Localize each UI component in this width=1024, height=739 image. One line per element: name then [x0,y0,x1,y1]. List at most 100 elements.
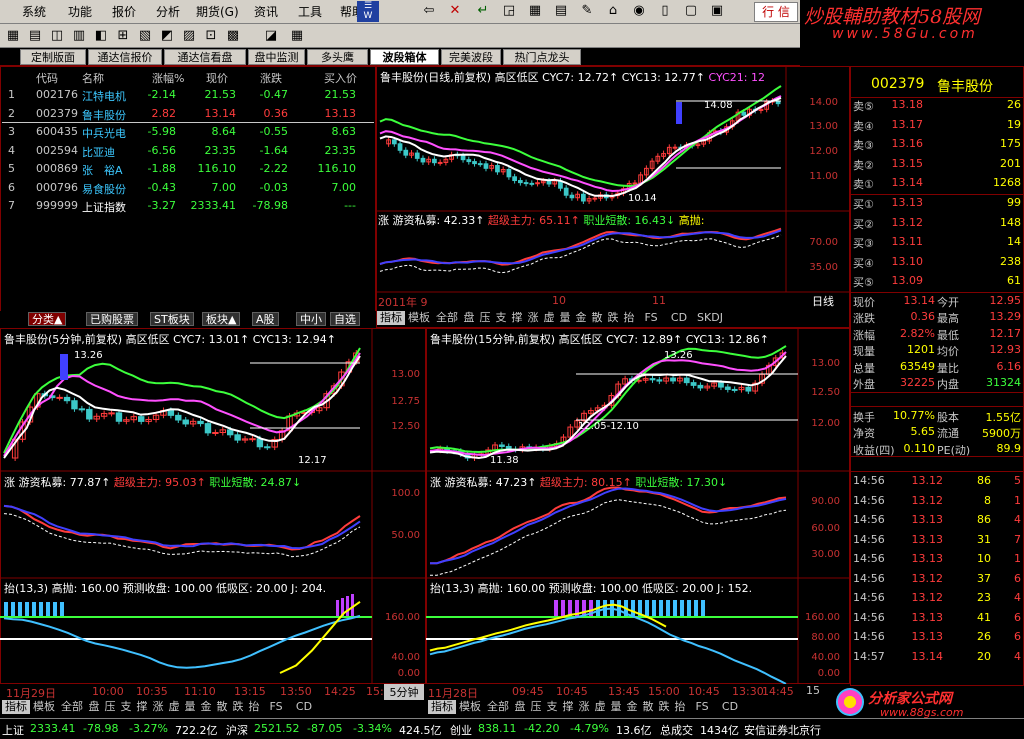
bid-row[interactable]: 买④ 13.10 238 [851,255,1024,271]
tool-icon[interactable]: ◧ [92,27,110,45]
menu-item-0[interactable]: 系统 [22,3,46,20]
tick-row[interactable]: 14:56 13.13 86 4 [851,513,1024,529]
home-icon[interactable]: ⌂ [604,2,622,20]
btabs-daily-item[interactable]: 模板 [405,311,433,325]
btabs-left-item[interactable]: CD [290,700,318,714]
tool-icon[interactable]: ⊡ [202,27,220,45]
tab-0[interactable]: 定制版面 [20,49,86,65]
tick-row[interactable]: 14:56 13.12 23 4 [851,591,1024,607]
btabs-left-item[interactable]: 压 [102,700,118,714]
tick-row[interactable]: 14:56 13.12 37 6 [851,572,1024,588]
grid-icon[interactable]: ▦ [526,2,544,20]
category-tab-5[interactable]: 中小 [296,312,326,326]
tick-row[interactable]: 14:56 13.12 8 1 [851,494,1024,510]
bid-row[interactable]: 买③ 13.11 14 [851,235,1024,251]
tool-icon[interactable]: ▧ [136,27,154,45]
watchlist-header[interactable]: 代码 [36,70,58,86]
btabs-mid-item[interactable]: 支 [544,700,560,714]
btabs-mid-item[interactable]: 压 [528,700,544,714]
tool-icon[interactable]: ▤ [26,27,44,45]
stat-row[interactable]: 总量 63549 量比 6.16 [851,360,1024,376]
daily-chart[interactable] [376,66,850,328]
btabs-left-item[interactable]: 支 [118,700,134,714]
category-tab-4[interactable]: A股 [252,312,279,326]
mouse-icon[interactable]: ▯ [656,2,674,20]
ask-row[interactable]: 卖① 13.14 1268 [851,176,1024,192]
btabs-mid-item[interactable]: 跌 [656,700,672,714]
btabs-left-item[interactable]: 抬 [246,700,262,714]
btabs-mid-item[interactable]: 散 [640,700,656,714]
menu-item-6[interactable]: 工具 [298,3,322,20]
ask-row[interactable]: 卖② 13.15 201 [851,157,1024,173]
close-x-icon[interactable]: ✕ [446,2,464,20]
stat-row[interactable]: 现量 1201 均价 12.93 [851,343,1024,359]
btabs-left-item[interactable]: 量 [182,700,198,714]
stat-row[interactable]: 涨幅 2.82% 最低 12.17 [851,327,1024,343]
btabs-daily-item[interactable]: 支 [493,311,509,325]
tool-icon[interactable]: ▥ [70,27,88,45]
menu-item-4[interactable]: 期货(G) [196,3,239,20]
edit-icon[interactable]: ✎ [578,2,596,20]
window-icon[interactable]: ▢ [682,2,700,20]
btabs-daily-item[interactable]: 涨 [525,311,541,325]
tab-3[interactable]: 盘中监测 [248,49,305,65]
btabs-mid-item[interactable]: FS [688,700,716,714]
tool-icon[interactable]: ◫ [48,27,66,45]
btabs-mid-item[interactable]: CD [716,700,744,714]
btabs-daily-item[interactable]: 撑 [509,311,525,325]
category-tab-2[interactable]: ST板块 [150,312,194,326]
min15-period-label[interactable]: 15 [806,684,820,697]
table-icon[interactable]: ▤ [552,2,570,20]
tool-icon[interactable]: ▦ [4,27,22,45]
tab-4[interactable]: 多头鹰 [307,49,368,65]
fund-row[interactable]: 换手 10.77% 股本 1.55亿 [851,409,1024,425]
stat-row[interactable]: 外盘 32225 内盘 31324 [851,376,1024,392]
watchlist-header[interactable]: 涨跌 [260,70,282,86]
btabs-daily-item[interactable]: 量 [557,311,573,325]
tick-row[interactable]: 14:56 13.13 41 6 [851,611,1024,627]
tab-6[interactable]: 完美波段 [441,49,501,65]
tab-2[interactable]: 通达信看盘 [164,49,246,65]
watchlist-header[interactable]: 名称 [82,70,104,86]
btabs-left-item[interactable]: 撑 [134,700,150,714]
min5-period-label[interactable]: 5分钟 [384,684,424,700]
watchlist-header[interactable]: 现价 [206,70,228,86]
ask-row[interactable]: 卖④ 13.17 19 [851,118,1024,134]
category-tab-1[interactable]: 已购股票 [86,312,138,326]
btabs-left-item[interactable]: 全部 [58,700,86,714]
btabs-left-item[interactable]: 散 [214,700,230,714]
btabs-mid-item[interactable]: 指标 [428,700,456,714]
btabs-left-item[interactable]: 盘 [86,700,102,714]
category-tab-3[interactable]: 板块▲ [202,312,241,326]
back-arrow-icon[interactable]: ⇦ [420,2,438,20]
btabs-left-item[interactable]: 涨 [150,700,166,714]
btabs-daily-item[interactable]: 指标 [377,311,405,325]
btabs-daily-item[interactable]: CD [665,311,693,325]
menu-item-5[interactable]: 资讯 [254,3,278,20]
btabs-left-item[interactable]: 模板 [30,700,58,714]
category-tab-6[interactable]: 自选 [330,312,360,326]
bid-row[interactable]: 买② 13.12 148 [851,216,1024,232]
watchlist-header[interactable]: 涨幅% [152,70,184,86]
btabs-daily-item[interactable]: FS [637,311,665,325]
btabs-mid-item[interactable]: 全部 [484,700,512,714]
eye-icon[interactable]: ◉ [630,2,648,20]
stat-row[interactable]: 涨跌 0.36 最高 13.29 [851,310,1024,326]
btabs-daily-item[interactable]: 全部 [433,311,461,325]
btabs-mid-item[interactable]: 抬 [672,700,688,714]
btabs-daily-item[interactable]: 跌 [605,311,621,325]
stat-row[interactable]: 现价 13.14 今开 12.95 [851,294,1024,310]
btabs-daily-item[interactable]: 虚 [541,311,557,325]
tab-5[interactable]: 波段箱体 [370,49,439,65]
btabs-mid-item[interactable]: 虚 [592,700,608,714]
btabs-daily-item[interactable]: 散 [589,311,605,325]
btabs-left-item[interactable]: 跌 [230,700,246,714]
tick-row[interactable]: 14:57 13.14 20 4 [851,650,1024,666]
category-tab-0[interactable]: 分类▲ [28,312,67,326]
ask-row[interactable]: 卖③ 13.16 175 [851,137,1024,153]
tick-row[interactable]: 14:56 13.12 86 5 [851,474,1024,490]
btabs-daily-item[interactable]: 压 [477,311,493,325]
trade-button[interactable]: 行 信 [754,2,798,22]
tool-icon[interactable]: ▨ [180,27,198,45]
return-icon[interactable]: ↵ [474,2,492,20]
